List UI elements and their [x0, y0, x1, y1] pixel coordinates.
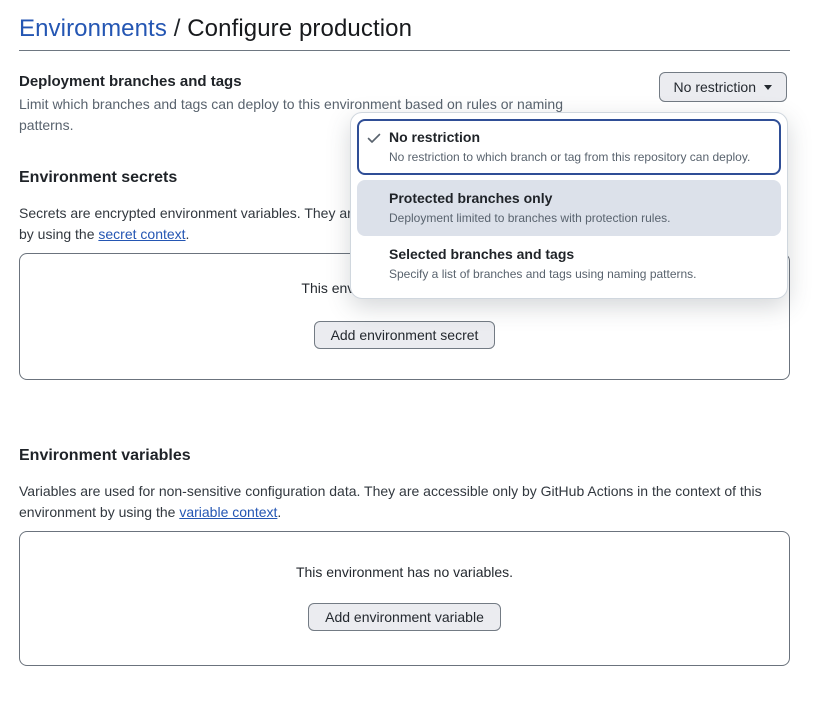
- menu-item-title: Selected branches and tags: [389, 244, 773, 264]
- menu-item-title: No restriction: [389, 127, 773, 147]
- variables-empty-text: This environment has no variables.: [20, 562, 789, 583]
- restriction-menu: No restriction No restriction to which b…: [350, 112, 788, 299]
- variables-heading: Environment variables: [19, 444, 790, 468]
- menu-item-title: Protected branches only: [389, 188, 773, 208]
- environment-settings-page: { "breadcrumb": { "link": "Environments"…: [0, 0, 830, 715]
- restriction-selector-button[interactable]: No restriction: [659, 72, 787, 102]
- variable-context-link[interactable]: variable context: [179, 504, 277, 520]
- menu-item-selected-branches[interactable]: Selected branches and tags Specify a lis…: [357, 236, 781, 292]
- menu-item-description: Specify a list of branches and tags usin…: [389, 266, 773, 282]
- breadcrumb-current: Configure production: [187, 15, 412, 42]
- page-title: Environments / Configure production: [19, 14, 790, 44]
- menu-item-no-restriction[interactable]: No restriction No restriction to which b…: [357, 119, 781, 175]
- restriction-selector-label: No restriction: [674, 79, 756, 95]
- chevron-down-icon: [764, 85, 772, 90]
- header-divider: [19, 50, 790, 51]
- menu-item-protected-branches[interactable]: Protected branches only Deployment limit…: [357, 180, 781, 236]
- variables-empty-box: This environment has no variables. Add e…: [19, 531, 790, 666]
- add-environment-secret-button[interactable]: Add environment secret: [314, 321, 496, 349]
- secrets-description-period: .: [186, 226, 190, 242]
- menu-item-description: Deployment limited to branches with prot…: [389, 210, 773, 226]
- variables-description-period: .: [277, 504, 281, 520]
- add-environment-variable-button[interactable]: Add environment variable: [308, 603, 501, 631]
- variables-description-text: Variables are used for non-sensitive con…: [19, 483, 762, 520]
- check-icon: [366, 130, 382, 146]
- secret-context-link[interactable]: secret context: [98, 226, 185, 242]
- breadcrumb-environments-link[interactable]: Environments: [19, 15, 167, 42]
- menu-item-description: No restriction to which branch or tag fr…: [389, 149, 773, 165]
- breadcrumb-separator: /: [167, 15, 187, 42]
- variables-description: Variables are used for non-sensitive con…: [19, 481, 790, 523]
